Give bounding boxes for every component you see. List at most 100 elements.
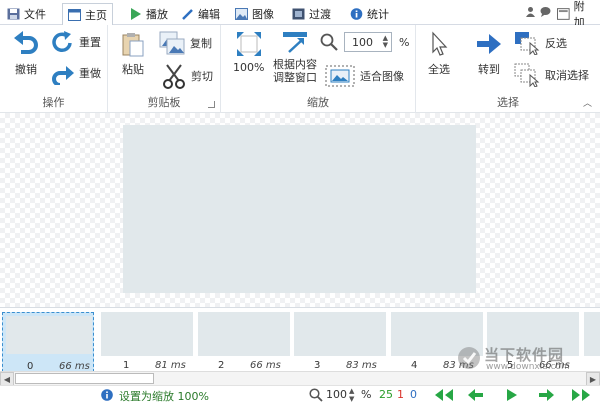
group-operations: 撤销 重置 重做 操作 (0, 25, 108, 113)
paste-icon (122, 33, 144, 57)
tab-stats-label: 统计 (367, 8, 389, 21)
horizontal-scrollbar[interactable]: ◀ ▶ (0, 371, 600, 386)
scroll-left-icon[interactable]: ◀ (0, 372, 14, 386)
redo-icon (52, 31, 72, 53)
zoom-magnifier-icon (309, 388, 323, 402)
save-icon (7, 8, 20, 20)
tab-home-label: 主页 (85, 9, 107, 22)
tab-play[interactable]: 播放 (124, 3, 173, 25)
frame-count-total: 25 (379, 388, 393, 401)
status-zoom-value[interactable]: 100 (326, 388, 347, 401)
zoom-100-label: 100% (233, 61, 265, 74)
dialog-launcher-icon[interactable] (208, 101, 215, 108)
deselect-button[interactable]: 取消选择 (514, 63, 589, 87)
deselect-label: 取消选择 (545, 69, 589, 82)
menu-bar: 文件 主页 播放 编辑 图像 过渡 统计 附加 (0, 0, 600, 29)
play-icon (131, 8, 141, 20)
tab-image[interactable]: 图像 (230, 3, 279, 25)
chat-icon[interactable] (540, 6, 551, 20)
fit-content-line2: 调整窗口 (273, 71, 317, 84)
pencil-icon (182, 9, 193, 20)
undo-button[interactable]: 撤销 (12, 29, 40, 77)
cut-label: 剪切 (191, 70, 213, 83)
image-canvas[interactable] (123, 125, 476, 293)
deselect-icon (514, 63, 540, 87)
fit-content-button[interactable]: 根据内容 调整窗口 (273, 31, 317, 84)
zoom-stepper[interactable]: ▲ ▼ (383, 35, 388, 49)
fit-content-label: 根据内容 调整窗口 (273, 58, 317, 84)
arrow-right-icon (477, 34, 501, 54)
tab-addon[interactable]: 附加 (552, 0, 600, 29)
frame-delay: 81 ms (155, 360, 186, 371)
next-frame-icon[interactable] (538, 389, 554, 404)
fit-image-button[interactable]: 适合图像 (325, 65, 404, 87)
frame-index: 2 (218, 360, 225, 371)
frame-preview (6, 316, 92, 354)
copy-icon (159, 31, 185, 55)
tab-edit-label: 编辑 (198, 8, 220, 21)
zoom-input-value: 100 (352, 36, 373, 49)
redo-label: 重置 (79, 36, 101, 49)
frame-delay: 66 ms (250, 360, 281, 371)
group-select: 全选 转到 反选 取消选择 选择 ︿ (416, 25, 600, 113)
frame-thumb[interactable]: 3 83 ms (294, 312, 386, 372)
goto-button[interactable]: 转到 (476, 33, 502, 77)
tab-image-label: 图像 (252, 8, 274, 21)
status-zoom-stepper[interactable]: ▲ ▼ (349, 387, 354, 403)
status-message: 设置为缩放 100% (119, 390, 209, 403)
tab-home[interactable]: 主页 (62, 3, 113, 26)
last-frame-icon[interactable] (570, 389, 592, 404)
previous-frame-icon[interactable] (468, 389, 484, 404)
canvas-area[interactable] (0, 113, 600, 307)
invert-icon (515, 32, 540, 55)
frame-strip: 0 66 ms 1 81 ms 2 66 ms 3 83 ms 4 83 ms … (0, 307, 600, 374)
repeat-label: 重做 (79, 67, 101, 80)
copy-button[interactable]: 复制 (159, 31, 212, 55)
scissors-icon (163, 64, 185, 89)
scrollbar-thumb[interactable] (15, 373, 154, 384)
scroll-right-icon[interactable]: ▶ (586, 372, 600, 386)
undo-icon (14, 31, 38, 54)
image-icon (235, 8, 248, 20)
redo-button[interactable]: 重置 (50, 30, 101, 54)
fit-content-line1: 根据内容 (273, 58, 317, 71)
goto-label: 转到 (478, 63, 500, 76)
invert-selection-button[interactable]: 反选 (514, 31, 567, 55)
copy-label: 复制 (190, 37, 212, 50)
frame-delay: 83 ms (346, 360, 377, 371)
tab-transition-label: 过渡 (309, 8, 331, 21)
group-clipboard: 粘贴 复制 剪切 剪贴板 (108, 25, 221, 113)
frame-thumb[interactable]: 0 66 ms (2, 312, 94, 372)
collapse-ribbon-icon[interactable]: ︿ (583, 96, 592, 109)
info-icon (350, 8, 363, 20)
frame-preview (198, 312, 290, 356)
watermark-logo-icon (458, 347, 480, 369)
cursor-icon (432, 31, 448, 56)
user-icon[interactable] (525, 6, 536, 20)
frame-index: 3 (314, 360, 321, 371)
frame-count-selected: 1 (397, 388, 404, 401)
invert-label: 反选 (545, 37, 567, 50)
cut-button[interactable]: 剪切 (162, 63, 213, 89)
first-frame-icon[interactable] (433, 389, 455, 404)
repeat-button[interactable]: 重做 (50, 61, 101, 85)
zoom-unit: % (399, 36, 410, 49)
fullsize-icon (236, 32, 261, 56)
tab-transition[interactable]: 过渡 (287, 3, 336, 25)
zoom-input[interactable]: 100 ▲ ▼ (344, 32, 392, 52)
paste-label: 粘贴 (122, 63, 144, 76)
frame-thumb[interactable]: 2 66 ms (198, 312, 290, 372)
tab-edit[interactable]: 编辑 (176, 3, 225, 25)
status-zoom-unit: % (361, 388, 372, 401)
tab-stats[interactable]: 统计 (345, 3, 394, 25)
paste-button[interactable]: 粘贴 (120, 31, 146, 77)
select-all-label: 全选 (428, 63, 450, 76)
zoom-100-button[interactable]: 100% (233, 31, 264, 74)
select-all-button[interactable]: 全选 (428, 31, 450, 77)
frame-index: 1 (123, 360, 130, 371)
frame-thumb[interactable]: 1 81 ms (101, 312, 193, 372)
tab-file[interactable]: 文件 (2, 3, 51, 25)
undo-label: 撤销 (15, 63, 37, 76)
play-frame-icon[interactable] (507, 389, 517, 404)
watermark: 当下软件园 www.downxia.com (454, 344, 598, 374)
